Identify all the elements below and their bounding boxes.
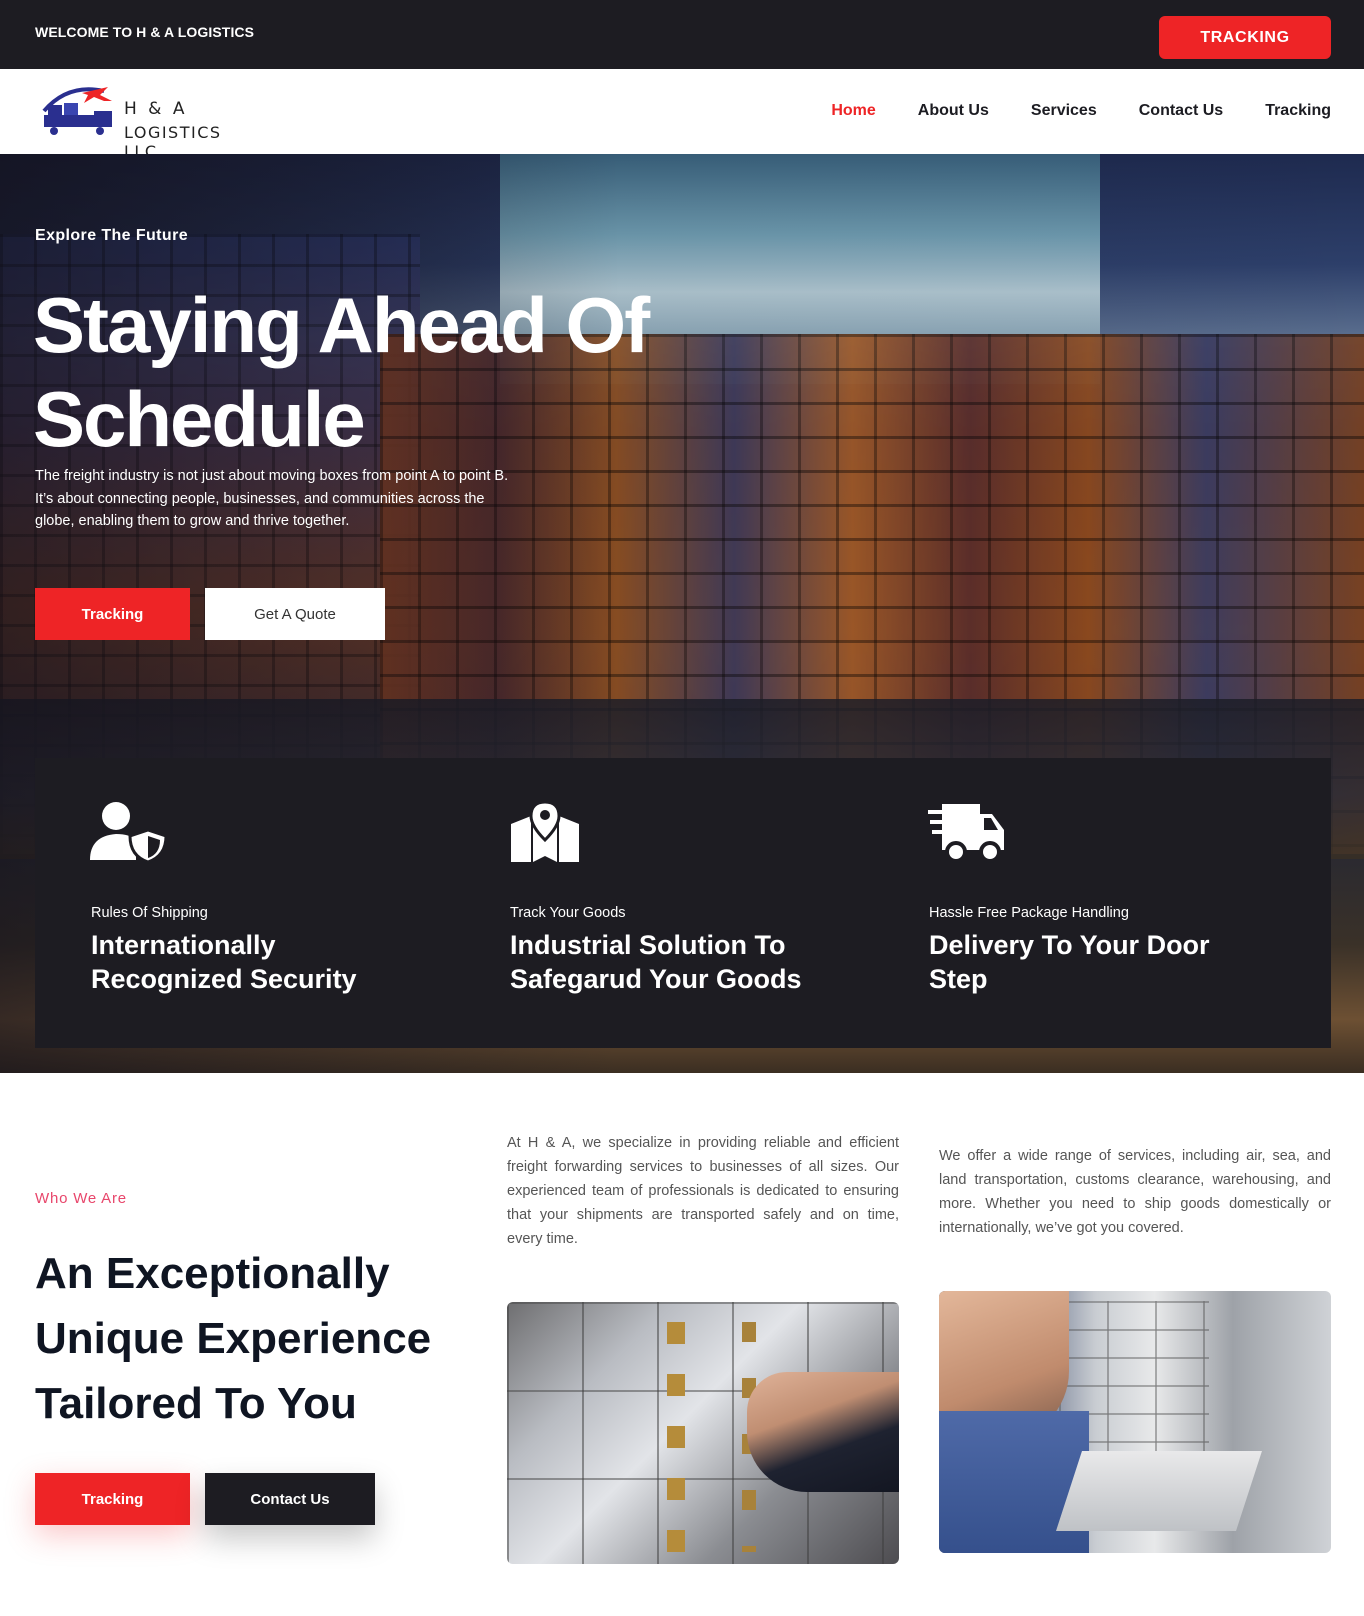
nav-home[interactable]: Home [831, 102, 875, 120]
nav-contact-us[interactable]: Contact Us [1139, 102, 1223, 120]
map-pin-icon [511, 800, 579, 862]
about-title: An Exceptionally Unique Experience Tailo… [35, 1249, 432, 1428]
nav-about-us[interactable]: About Us [918, 102, 989, 120]
logo[interactable]: H & A LOGISTICS LLC [38, 81, 258, 161]
photo-detail [747, 1372, 899, 1492]
photo-detail [1056, 1451, 1262, 1531]
feature-subtitle: Hassle Free Package Handling [929, 905, 1129, 921]
main-nav: H & A LOGISTICS LLC Home About Us Servic… [0, 69, 1364, 161]
nav-menu: Home About Us Services Contact Us Tracki… [831, 102, 1331, 120]
about-eyebrow: Who We Are [35, 1190, 127, 1207]
welcome-text: WELCOME TO H & A LOGISTICS [35, 24, 255, 40]
about-paragraph-1: At H & A, we specialize in providing rel… [507, 1135, 899, 1247]
photo-detail [667, 1322, 685, 1552]
feature-title: Internationally Recognized Security [91, 930, 357, 994]
feature-subtitle: Track Your Goods [510, 905, 626, 921]
feature-card: Rules Of Shipping Internationally Recogn… [35, 758, 455, 1048]
safe-deposit-drawer-photo [939, 1291, 1331, 1553]
hero-title: Staying Ahead Of Schedule [33, 281, 650, 463]
contact-us-button[interactable]: Contact Us [205, 1473, 375, 1525]
safe-deposit-key-photo [507, 1302, 899, 1564]
hero-description: The freight industry is not just about m… [35, 468, 509, 529]
shipping-truck-icon [928, 804, 1004, 863]
features-panel: Rules Of Shipping Internationally Recogn… [35, 758, 1331, 1048]
get-quote-button[interactable]: Get A Quote [205, 588, 385, 640]
about-paragraph-2: We offer a wide range of services, inclu… [939, 1148, 1331, 1236]
feature-card: Track Your Goods Industrial Solution To … [454, 758, 874, 1048]
feature-title: Industrial Solution To Safegarud Your Go… [510, 930, 802, 994]
user-shield-icon [90, 802, 168, 864]
feature-subtitle: Rules Of Shipping [91, 905, 208, 921]
hero-tracking-button[interactable]: Tracking [35, 588, 190, 640]
nav-tracking[interactable]: Tracking [1265, 102, 1331, 120]
about-tracking-button[interactable]: Tracking [35, 1473, 190, 1525]
photo-detail [939, 1411, 1089, 1553]
logo-icon [42, 87, 112, 135]
hero-eyebrow: Explore The Future [35, 227, 188, 244]
top-bar: WELCOME TO H & A LOGISTICS TRACKING [0, 0, 1364, 69]
feature-title: Delivery To Your Door Step [929, 930, 1210, 994]
top-tracking-button[interactable]: TRACKING [1159, 16, 1331, 59]
hero-section: Explore The Future Staying Ahead Of Sche… [0, 154, 1364, 1073]
logo-line1: H & A [124, 99, 188, 119]
feature-card: Hassle Free Package Handling Delivery To… [873, 758, 1293, 1048]
about-section: Who We Are An Exceptionally Unique Exper… [0, 1073, 1364, 1616]
nav-services[interactable]: Services [1031, 102, 1097, 120]
